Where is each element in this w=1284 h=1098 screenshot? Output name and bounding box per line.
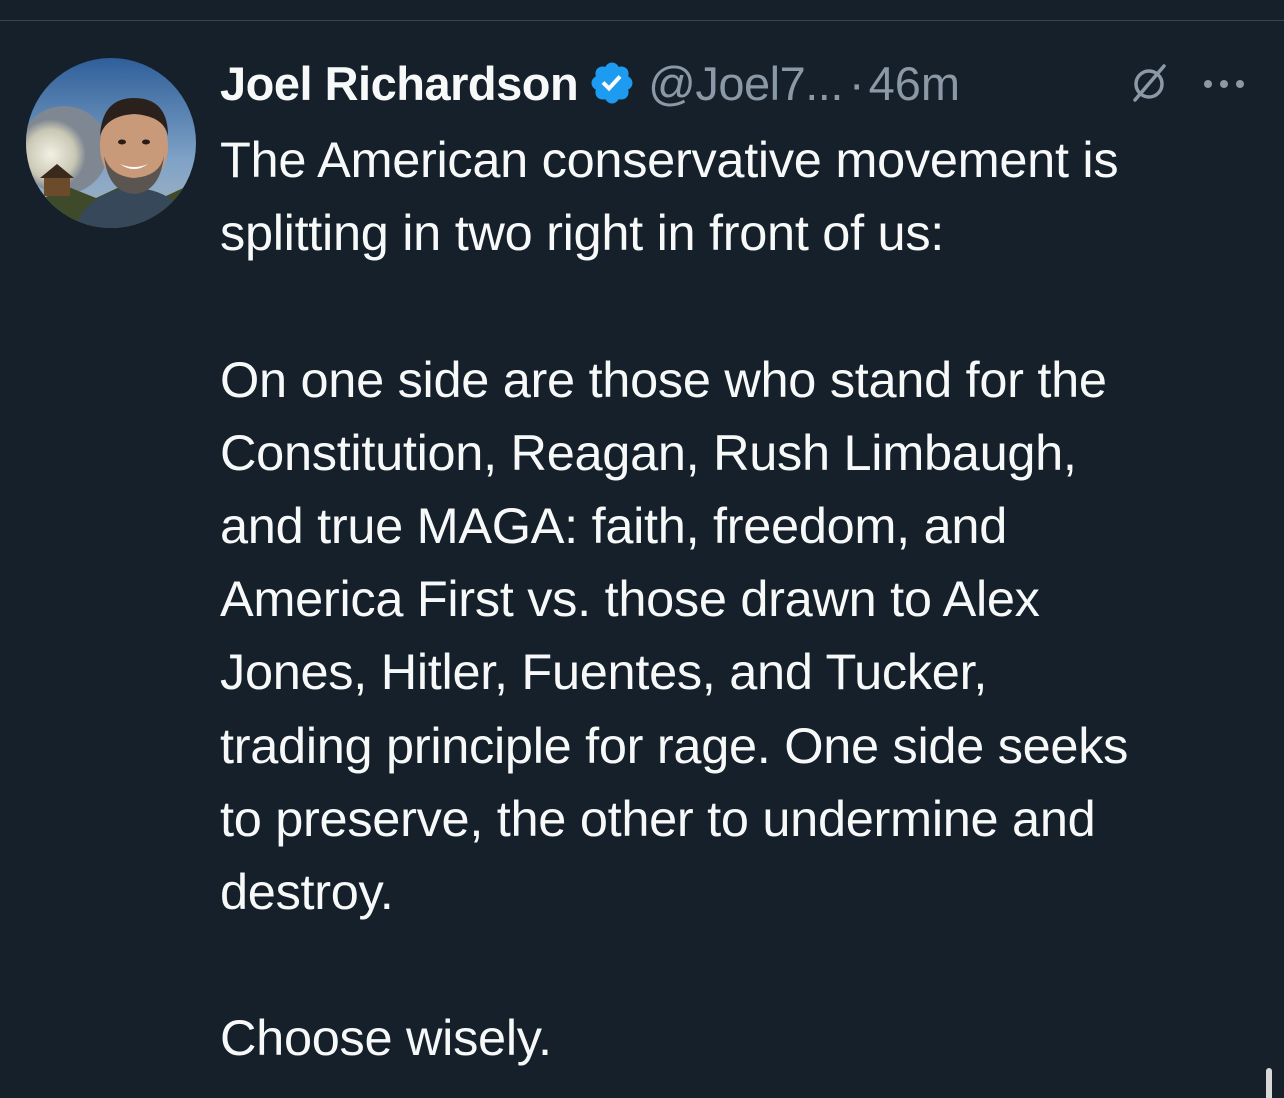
more-options-icon[interactable] <box>1196 64 1252 104</box>
tweet-text-line: Constitution, Reagan, Rush Limbaugh, <box>220 423 1077 481</box>
tweet-timestamp[interactable]: 46m <box>869 56 960 111</box>
tweet-text-line: splitting in two right in front of us: <box>220 204 945 262</box>
author-name[interactable]: Joel Richardson <box>220 56 579 111</box>
verified-badge-icon[interactable] <box>588 59 636 107</box>
tweet-text-line: destroy. <box>220 862 394 920</box>
top-divider <box>0 20 1284 21</box>
tweet-text-line: The American conservative movement is <box>220 131 1119 188</box>
grok-icon[interactable] <box>1126 60 1172 106</box>
tweet-header: Joel Richardson @Joel7... · 46m <box>220 52 1270 114</box>
tweet-text-line: Jones, Hitler, Fuentes, and Tucker, <box>220 643 988 701</box>
tweet-text-line: Choose wisely. <box>220 1009 552 1067</box>
avatar-image <box>26 58 196 228</box>
tweet-text-line: and true MAGA: faith, freedom, and <box>220 496 1008 554</box>
author-avatar[interactable] <box>26 58 196 228</box>
tweet-text: The American conservative movement is sp… <box>220 123 1270 1074</box>
tweet-text-line: America First vs. those drawn to Alex <box>220 570 1040 628</box>
tweet-text-line: to preserve, the other to undermine and <box>220 789 1096 847</box>
author-handle[interactable]: @Joel7... <box>648 56 843 111</box>
scrollbar[interactable] <box>1266 1068 1272 1098</box>
tweet-text-line: trading principle for rage. One side see… <box>220 716 1129 774</box>
tweet-text-line: On one side are those who stand for the <box>220 350 1107 408</box>
meta-separator: · <box>848 56 865 110</box>
